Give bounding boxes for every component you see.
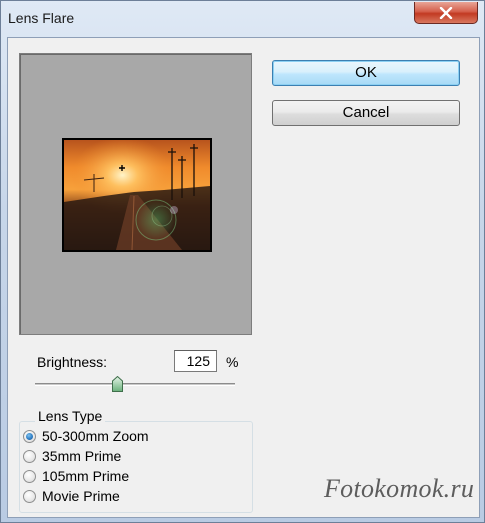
radio-button[interactable] [23,429,36,443]
brightness-unit: % [226,354,239,370]
lens-option-movie-prime[interactable]: Movie Prime [23,487,120,505]
radio-label: Movie Prime [42,488,120,504]
dialog-client-area: OK Cancel Brightness: 125 % Lens Type 50… [7,37,480,518]
slider-thumb-icon[interactable] [111,375,123,392]
radio-button[interactable] [23,489,36,503]
close-x-icon [439,6,453,19]
lens-option-105mm-prime[interactable]: 105mm Prime [23,467,129,485]
lens-flare-dialog: Lens Flare OK Cancel Brightness: 125 % L… [0,0,485,523]
radio-button[interactable] [23,449,36,463]
preview-photo [64,140,210,250]
preview-panel [19,53,252,335]
cancel-button[interactable]: Cancel [272,100,460,126]
radio-label: 35mm Prime [42,448,122,464]
lens-type-legend: Lens Type [35,408,106,424]
window-title: Lens Flare [8,10,75,26]
lens-option-50-300mm-zoom[interactable]: 50-300mm Zoom [23,427,149,445]
radio-label: 50-300mm Zoom [42,428,149,444]
lens-option-35mm-prime[interactable]: 35mm Prime [23,447,121,465]
close-button[interactable] [414,2,478,24]
title-bar[interactable]: Lens Flare [1,1,484,37]
brightness-slider-track[interactable] [35,383,235,386]
ok-button[interactable]: OK [272,60,460,86]
brightness-input[interactable]: 125 [174,350,217,372]
watermark-text: Fotokomok.ru [324,474,475,503]
brightness-label: Brightness: [37,354,108,370]
flare-preview-image[interactable] [62,138,212,252]
radio-label: 105mm Prime [42,468,130,484]
radio-button[interactable] [23,469,36,483]
